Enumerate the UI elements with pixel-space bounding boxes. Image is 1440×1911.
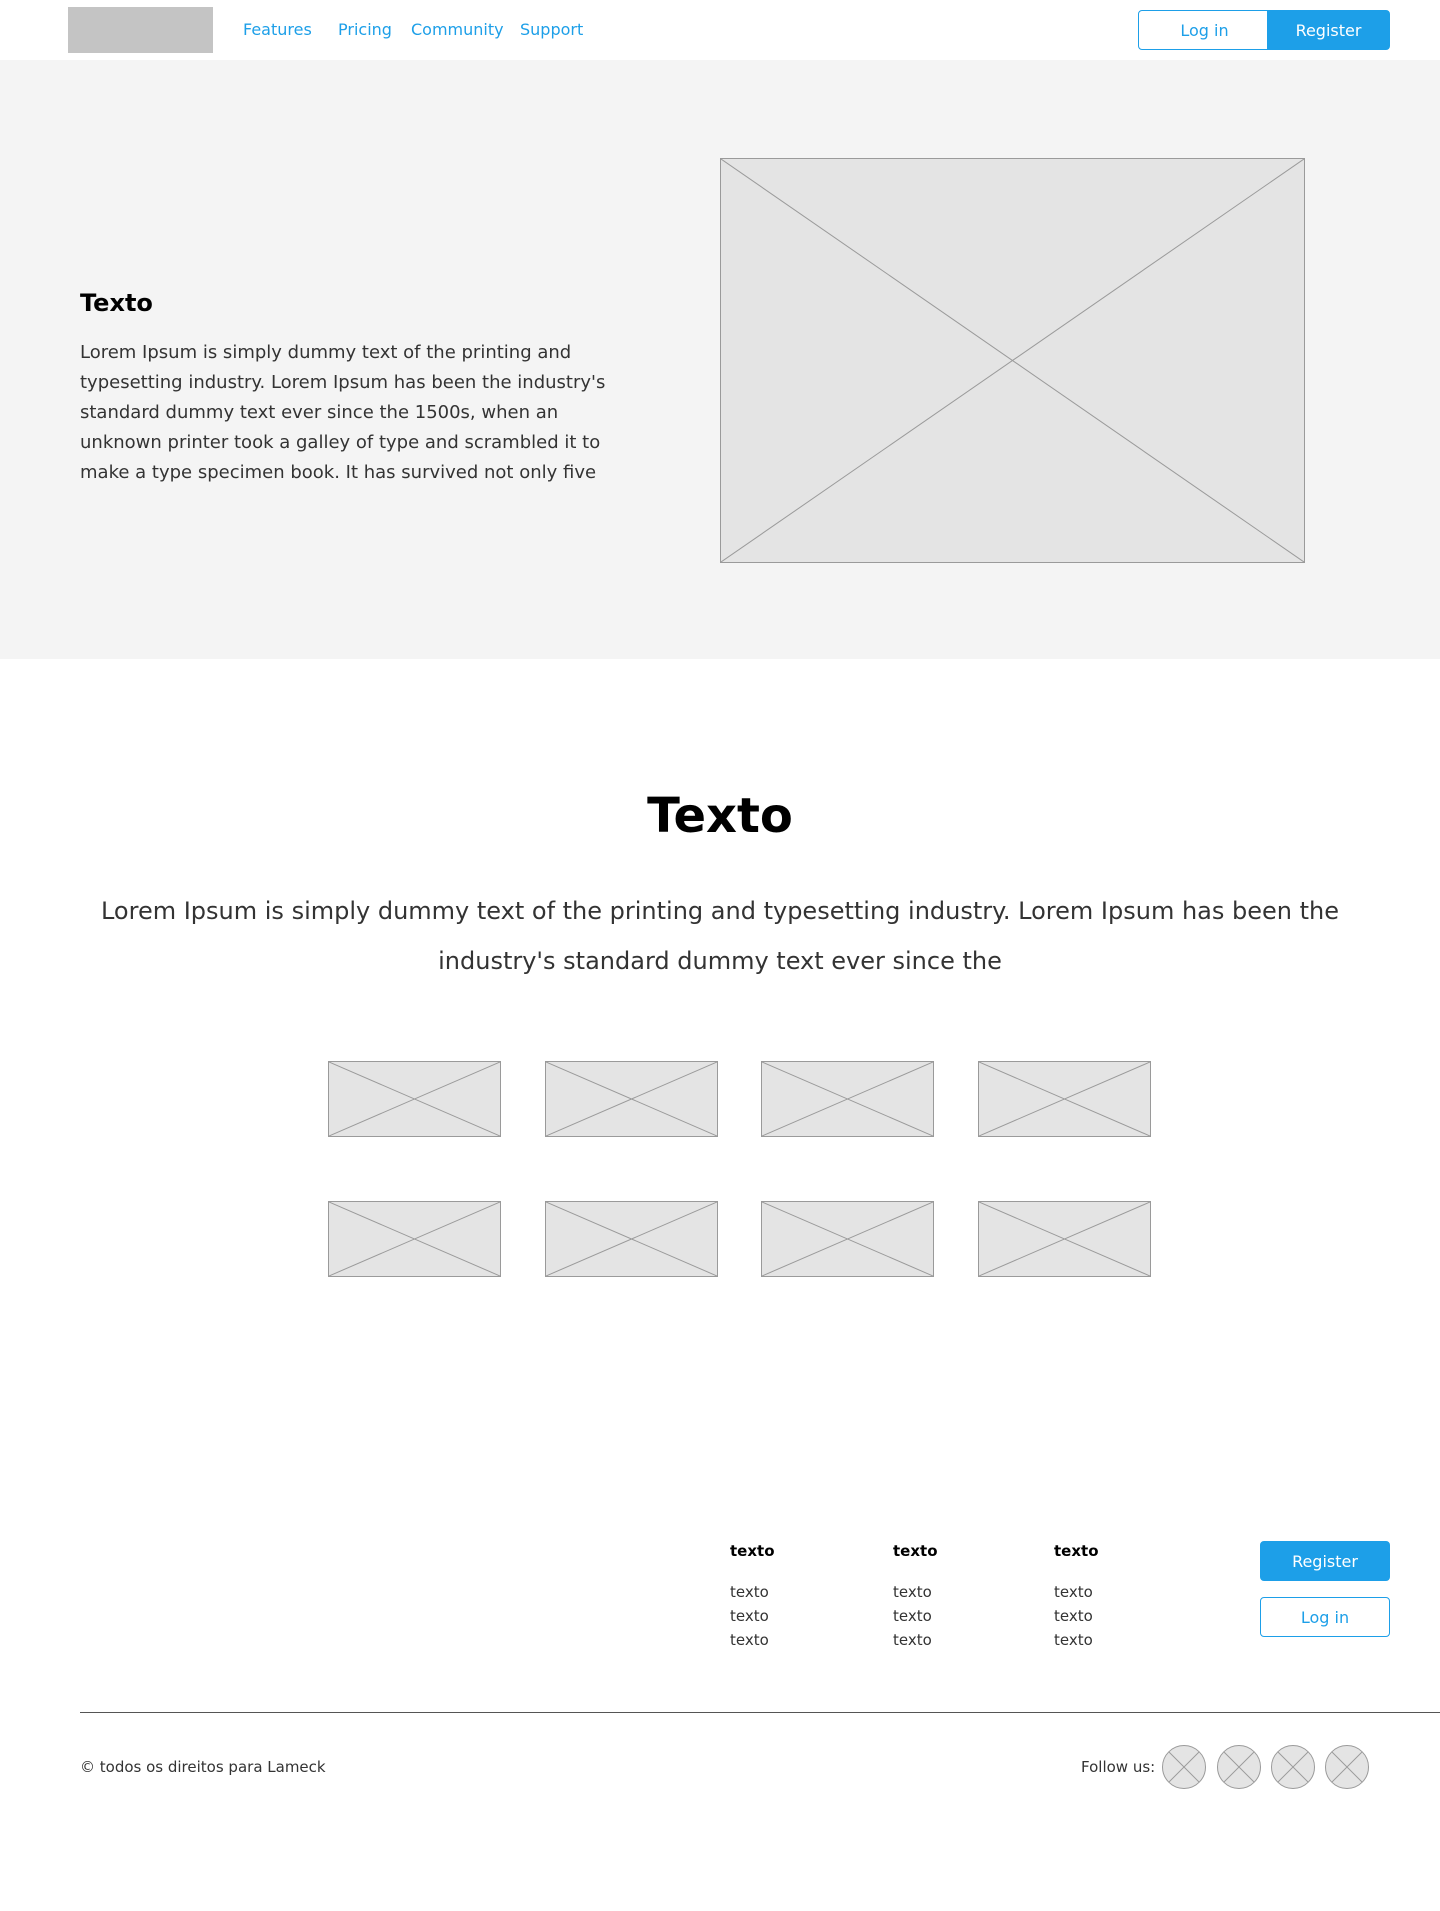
header-login-button[interactable]: Log in: [1138, 10, 1271, 50]
image-placeholder-icon: [762, 1202, 933, 1276]
image-placeholder-icon: [979, 1062, 1150, 1136]
image-placeholder-icon: [762, 1062, 933, 1136]
footer-column-title: texto: [730, 1542, 775, 1560]
social-icon[interactable]: [1217, 1745, 1261, 1789]
image-placeholder-icon: [546, 1062, 717, 1136]
nav-features-link[interactable]: Features: [243, 20, 312, 39]
social-placeholder-icon: [1168, 1751, 1200, 1783]
social-placeholder-icon: [1331, 1751, 1363, 1783]
footer-link[interactable]: texto: [1054, 1583, 1093, 1601]
footer-link[interactable]: texto: [893, 1607, 932, 1625]
footer-column-title: texto: [893, 1542, 938, 1560]
social-placeholder-icon: [1277, 1751, 1309, 1783]
image-placeholder-icon: [329, 1062, 500, 1136]
grid-image-placeholder: [761, 1061, 934, 1137]
social-icon[interactable]: [1271, 1745, 1315, 1789]
nav-community-link[interactable]: Community: [411, 20, 504, 39]
grid-image-placeholder: [328, 1061, 501, 1137]
copyright-text: © todos os direitos para Lameck: [80, 1758, 326, 1776]
follow-us-label: Follow us:: [1081, 1758, 1156, 1776]
nav-pricing-link[interactable]: Pricing: [338, 20, 392, 39]
footer-register-button[interactable]: Register: [1260, 1541, 1390, 1581]
nav-support-link[interactable]: Support: [520, 20, 583, 39]
footer-link[interactable]: texto: [730, 1607, 769, 1625]
grid-image-placeholder: [328, 1201, 501, 1277]
grid-image-placeholder: [978, 1061, 1151, 1137]
image-placeholder-icon: [979, 1202, 1150, 1276]
footer-link[interactable]: texto: [893, 1631, 932, 1649]
hero-title: Texto: [80, 289, 153, 317]
grid-image-placeholder: [545, 1201, 718, 1277]
header-register-button[interactable]: Register: [1267, 10, 1390, 50]
image-placeholder-icon: [329, 1202, 500, 1276]
footer-link[interactable]: texto: [1054, 1631, 1093, 1649]
grid-image-placeholder: [978, 1201, 1151, 1277]
footer-link[interactable]: texto: [730, 1631, 769, 1649]
section-text: Lorem Ipsum is simply dummy text of the …: [100, 897, 1339, 975]
social-icon[interactable]: [1162, 1745, 1206, 1789]
site-header: Features Pricing Community Support Log i…: [0, 0, 1440, 60]
footer-login-button[interactable]: Log in: [1260, 1597, 1390, 1637]
social-icon[interactable]: [1325, 1745, 1369, 1789]
logo-placeholder[interactable]: [68, 7, 213, 53]
hero-image-placeholder: [720, 158, 1305, 563]
grid-image-placeholder: [761, 1201, 934, 1277]
image-placeholder-icon: [721, 159, 1304, 562]
footer-link[interactable]: texto: [1054, 1607, 1093, 1625]
grid-image-placeholder: [545, 1061, 718, 1137]
footer-column-title: texto: [1054, 1542, 1099, 1560]
hero-text: Lorem Ipsum is simply dummy text of the …: [80, 342, 606, 483]
image-placeholder-icon: [546, 1202, 717, 1276]
footer-link[interactable]: texto: [730, 1583, 769, 1601]
social-placeholder-icon: [1223, 1751, 1255, 1783]
footer-divider: [80, 1712, 1440, 1713]
section-title: Texto: [647, 788, 793, 844]
footer-link[interactable]: texto: [893, 1583, 932, 1601]
